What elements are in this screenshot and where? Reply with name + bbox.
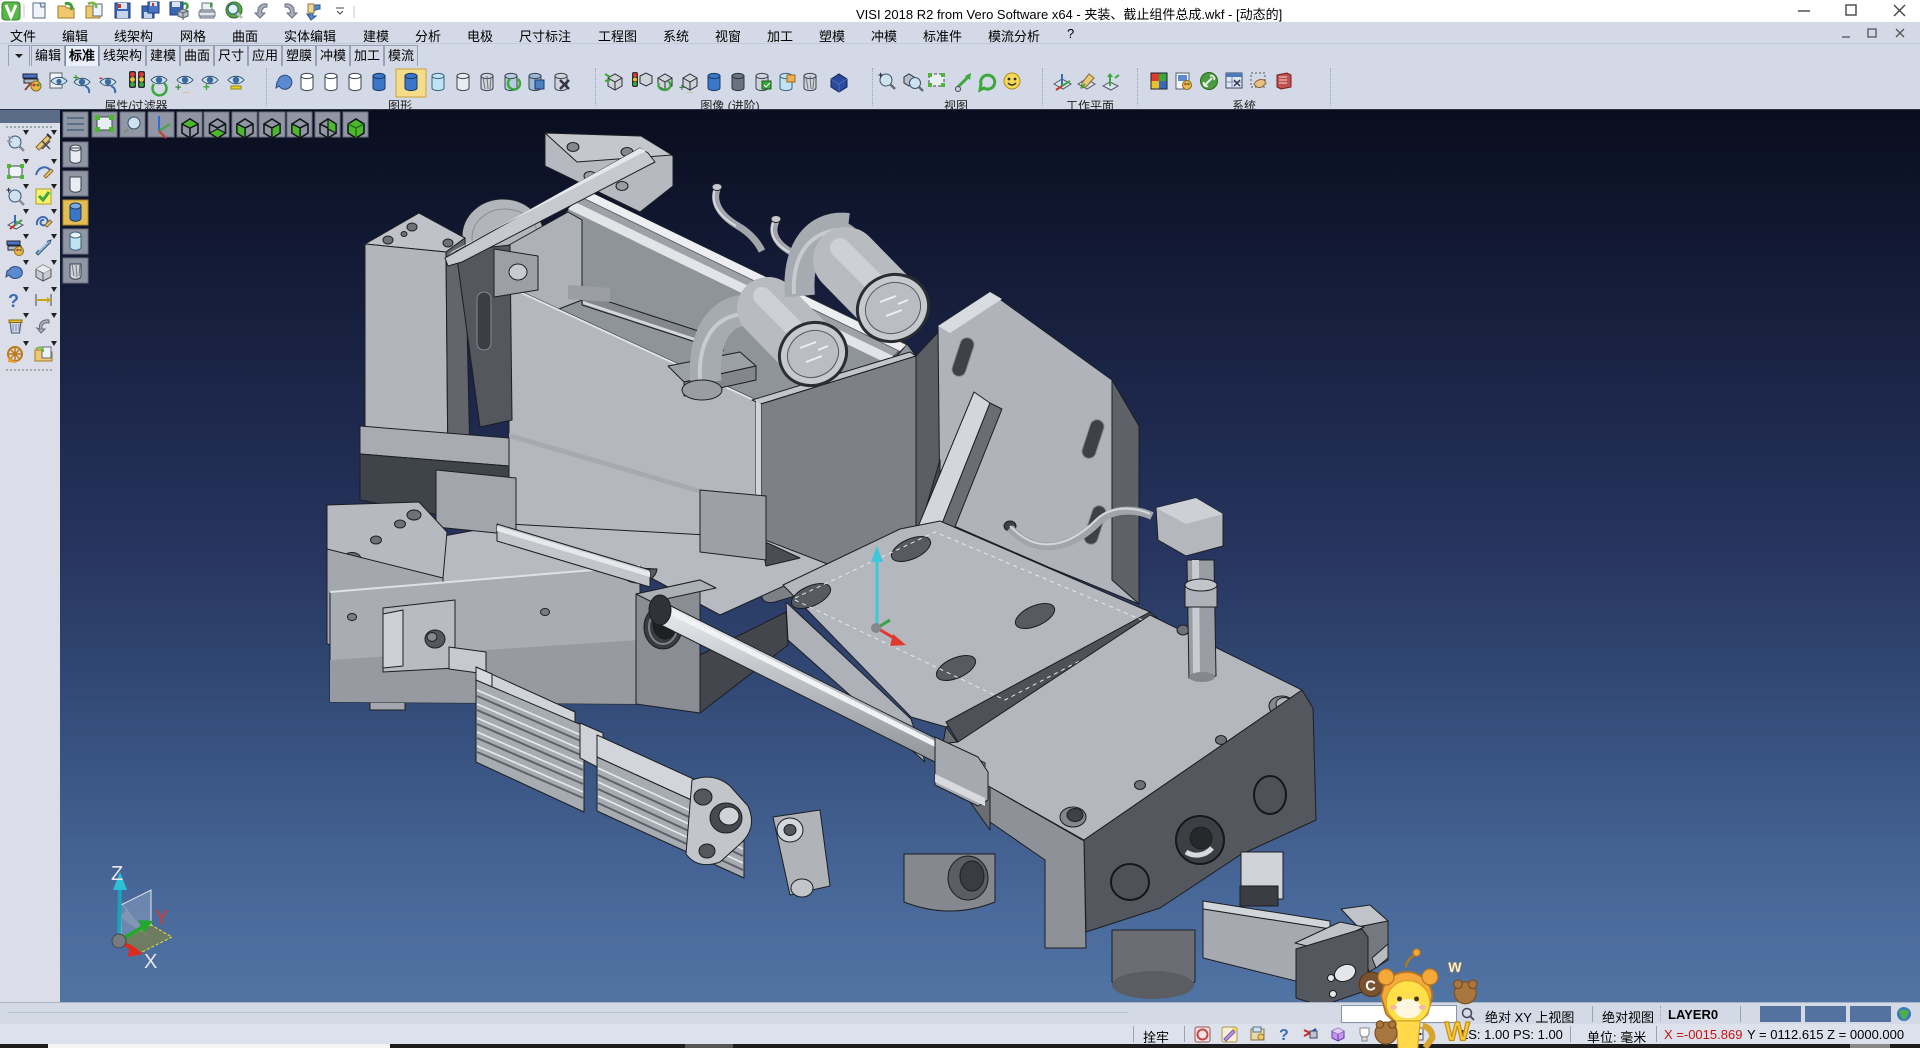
svg-text:?: ? (1279, 1027, 1289, 1043)
svg-text:X: X (144, 951, 157, 973)
svg-text:W: W (1445, 1016, 1471, 1046)
svg-text:Y: Y (155, 907, 168, 929)
svg-text:w: w (1447, 957, 1462, 976)
svg-text:+: + (878, 70, 883, 80)
svg-text:+: + (73, 73, 79, 84)
svg-text:+: + (6, 185, 11, 195)
svg-text:?: ? (8, 291, 19, 311)
svg-text:C: C (1365, 978, 1376, 994)
svg-text:-: - (99, 72, 103, 84)
svg-text:+: + (203, 80, 210, 94)
svg-text:_: _ (686, 83, 693, 94)
svg-text:_: _ (182, 82, 190, 94)
svg-text:Z: Z (111, 863, 123, 885)
svg-text:+: + (679, 83, 685, 94)
svg-text:+: + (175, 82, 181, 94)
